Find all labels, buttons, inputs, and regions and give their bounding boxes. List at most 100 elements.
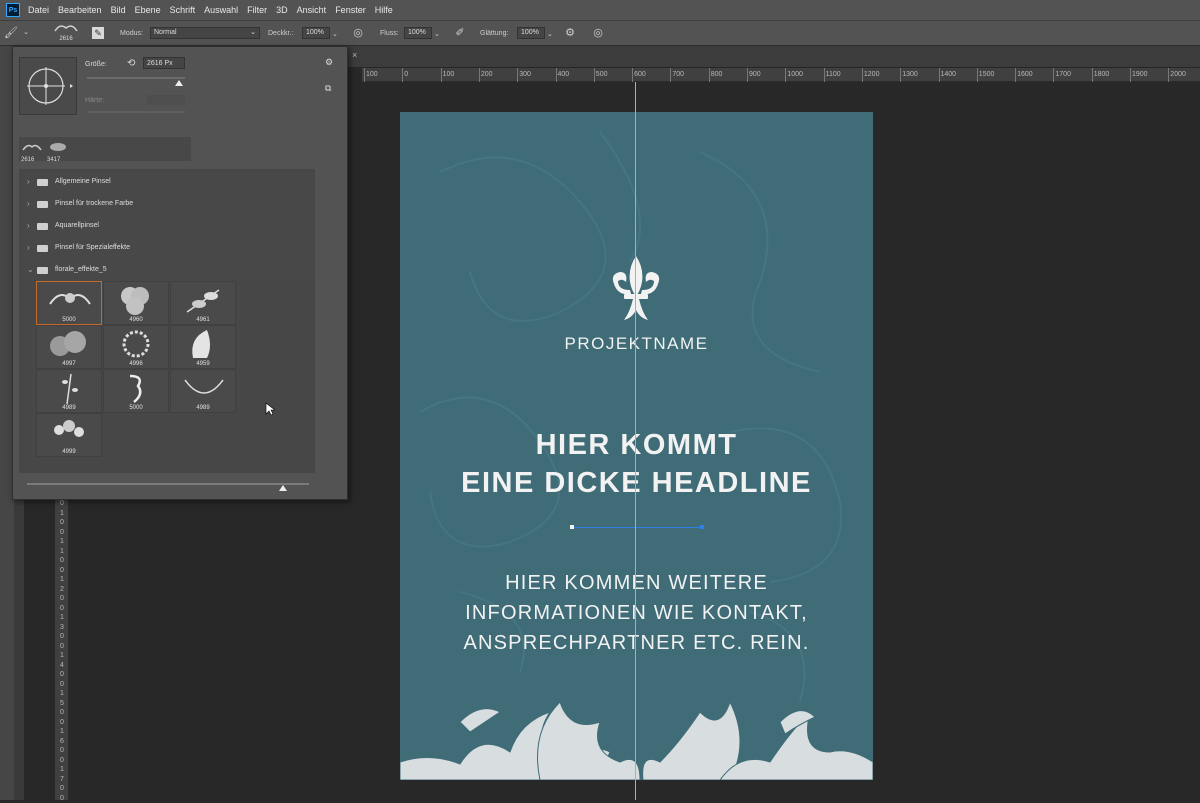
fluss-input[interactable]: 100% [404, 27, 432, 39]
recent-brush[interactable]: 2616 [21, 139, 43, 163]
brush-tool-icon[interactable]: 🖌 [4, 26, 18, 40]
brush-settings-icon[interactable]: ✎ [92, 27, 104, 39]
brush-thumb[interactable]: 5000 [103, 369, 169, 413]
gear-icon[interactable]: ⚙ [564, 26, 576, 40]
chevron-down-icon[interactable]: ⌄ [547, 30, 553, 38]
chevron-down-icon[interactable]: ⌄ [20, 26, 32, 40]
recent-brush-size: 2616 [21, 157, 35, 163]
haerte-label: Härte: [85, 97, 105, 104]
thumbnail-size-handle[interactable] [279, 485, 287, 491]
flower-brush-icon [121, 287, 149, 315]
folder-icon [37, 267, 48, 274]
menu-ansicht[interactable]: Ansicht [297, 5, 327, 15]
menu-schrift[interactable]: Schrift [170, 5, 196, 15]
ruler-label: 500 [595, 71, 608, 78]
glaettung-input[interactable]: 100% [517, 27, 545, 39]
brush-angle-icon [27, 67, 73, 105]
modus-select[interactable]: Normal ⌄ [150, 27, 260, 39]
menu-datei[interactable]: Datei [28, 5, 49, 15]
brush-tip-icon [22, 144, 42, 151]
recent-brush[interactable]: 3417 [47, 139, 69, 163]
chevron-down-icon[interactable]: ⌄ [434, 30, 440, 38]
brush-thumb[interactable]: 4989 [36, 369, 102, 413]
reset-icon[interactable]: ⟲ [127, 58, 135, 69]
menu-bild[interactable]: Bild [111, 5, 126, 15]
path-anchor-point[interactable] [700, 525, 704, 529]
ruler-label: 5 [60, 699, 64, 707]
menu-ebene[interactable]: Ebene [135, 5, 161, 15]
airbrush-icon[interactable]: ✐ [454, 26, 466, 40]
ruler-tick [1053, 68, 1055, 82]
ruler-tick [823, 68, 825, 82]
groesse-slider[interactable] [87, 77, 185, 79]
brush-thumb[interactable]: 4997 [36, 325, 102, 369]
divider-line-path[interactable] [572, 527, 702, 528]
ruler-label: 1100 [825, 71, 841, 78]
ruler-label: 0 [60, 709, 64, 716]
folder-trockene-farbe[interactable]: › Pinsel für trockene Farbe [23, 193, 313, 215]
ruler-label: 2000 [1170, 71, 1186, 78]
brush-thumb[interactable]: 4959 [170, 325, 236, 369]
folder-florale-effekte[interactable]: ⌄ florale_effekte_5 [23, 259, 313, 281]
ruler-label: 1 [60, 576, 64, 583]
folder-allgemeine-pinsel[interactable]: › Allgemeine Pinsel [23, 171, 313, 193]
chevron-down-icon: ⌄ [250, 29, 256, 36]
menu-hilfe[interactable]: Hilfe [375, 5, 393, 15]
folder-aquarellpinsel[interactable]: › Aquarellpinsel [23, 215, 313, 237]
ruler-tick [478, 68, 480, 82]
pressure-size-icon[interactable]: ◎ [592, 26, 604, 40]
new-preset-icon[interactable]: ⧉ [325, 83, 331, 94]
brush-thumb[interactable]: 4960 [103, 281, 169, 325]
groesse-input[interactable]: 2616 Px [143, 57, 185, 69]
folder-label: Aquarellpinsel [55, 222, 99, 229]
brush-thumb[interactable]: 4989 [170, 369, 236, 413]
chevron-right-icon: › [27, 221, 30, 230]
folder-spezialeffekte[interactable]: › Pinsel für Spezialeffekte [23, 237, 313, 259]
pressure-opacity-icon[interactable]: ◎ [352, 26, 364, 40]
groesse-label: Größe: [85, 61, 107, 68]
thumbnail-size-slider[interactable] [27, 483, 309, 485]
ruler-label: 900 [749, 71, 761, 78]
folder-icon [37, 201, 48, 208]
close-icon[interactable]: × [352, 50, 357, 60]
brush-thumb[interactable]: 4996 [103, 325, 169, 369]
chevron-right-icon: › [27, 243, 30, 252]
chevron-down-icon[interactable]: ⌄ [332, 30, 338, 38]
document-tab-bar: × [346, 46, 1200, 68]
ruler-tick [785, 68, 787, 82]
brush-preset-picker[interactable]: 2616 [52, 22, 80, 44]
ruler-label: 4 [60, 661, 64, 669]
menu-bearbeiten[interactable]: Bearbeiten [58, 5, 102, 15]
path-anchor-point[interactable] [570, 525, 574, 529]
brush-number: 4989 [62, 405, 76, 411]
deckkraft-input[interactable]: 100% [302, 27, 330, 39]
brush-thumb[interactable]: 4961 [170, 281, 236, 325]
poster-headline: HIER KOMMT EINE DICKE HEADLINE [400, 426, 873, 502]
ruler-label: 0 [60, 595, 64, 602]
info-line-2: INFORMATIONEN WIE KONTAKT, [465, 602, 808, 624]
brush-thumb[interactable]: 5000 [36, 281, 102, 325]
brush-tip-icon [54, 25, 78, 32]
vertical-guide-line[interactable] [635, 82, 636, 800]
menu-filter[interactable]: Filter [247, 5, 267, 15]
ruler-label: 0 [60, 718, 64, 726]
ruler-label: 0 [60, 785, 64, 792]
groesse-slider-handle[interactable] [175, 80, 183, 86]
photoshop-logo-icon[interactable]: Ps [6, 3, 20, 17]
ruler-label: 1 [60, 547, 64, 555]
brush-thumb[interactable]: 4999 [36, 413, 102, 457]
menu-fenster[interactable]: Fenster [335, 5, 366, 15]
brush-number: 4999 [62, 449, 76, 455]
horizontal-ruler[interactable]: 100 0 100 200 300 400 500 600 700 800 900 1000 1100 1… [362, 68, 1200, 82]
brush-size-label: 2616 [59, 36, 73, 42]
poster-canvas[interactable]: PROJEKTNAME HIER KOMMT EINE DICKE HEADLI… [400, 112, 873, 780]
fleur-de-lis-icon [612, 256, 660, 320]
ruler-label: 0 [60, 671, 64, 678]
gear-icon[interactable]: ⚙ [325, 57, 333, 68]
ruler-label: 300 [519, 71, 531, 78]
menu-auswahl[interactable]: Auswahl [204, 5, 238, 15]
menu-3d[interactable]: 3D [276, 5, 288, 15]
brush-angle-preview[interactable] [19, 57, 77, 115]
folder-label: Pinsel für Spezialeffekte [55, 244, 130, 251]
headline-line-2: EINE DICKE HEADLINE [461, 467, 812, 499]
